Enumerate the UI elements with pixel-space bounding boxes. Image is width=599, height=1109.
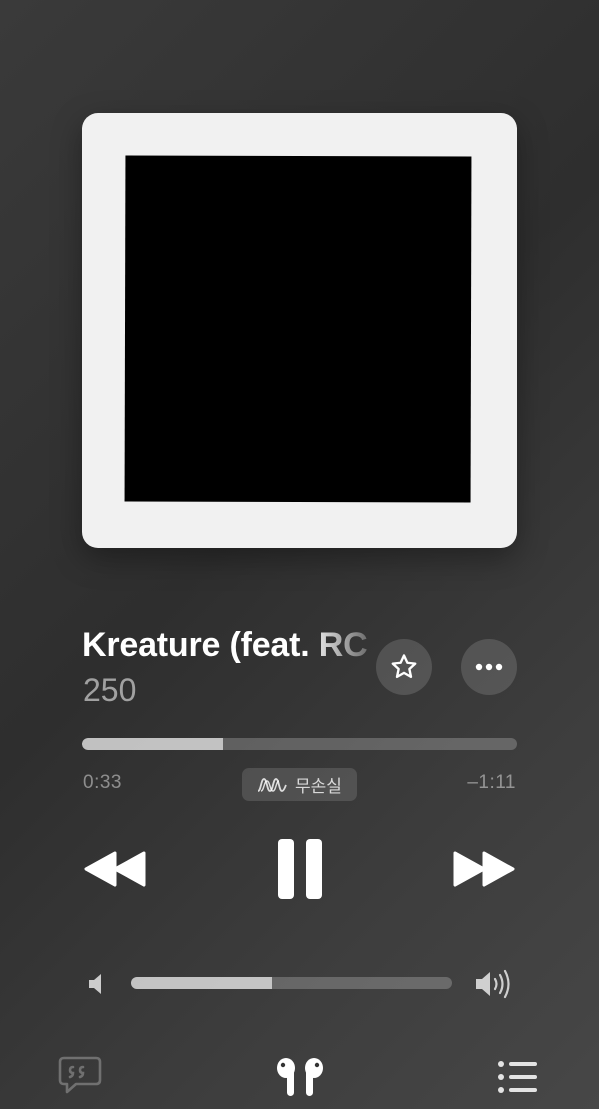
audio-output-button[interactable] bbox=[274, 1055, 326, 1101]
rewind-icon bbox=[84, 851, 146, 887]
favorite-button[interactable] bbox=[376, 639, 432, 695]
queue-button[interactable] bbox=[497, 1058, 539, 1096]
playback-progress-fill bbox=[82, 738, 224, 750]
remaining-time: –1:11 bbox=[467, 772, 516, 793]
album-artwork-image bbox=[124, 155, 472, 503]
lossless-label: 무손실 bbox=[295, 777, 342, 796]
airpods-icon bbox=[277, 1058, 323, 1096]
album-artwork bbox=[82, 113, 517, 548]
lossless-wave-icon bbox=[257, 777, 287, 792]
track-title-container: Kreature (feat. RC bbox=[82, 622, 370, 668]
more-options-button[interactable] bbox=[461, 639, 517, 695]
pause-icon bbox=[278, 839, 322, 899]
list-icon bbox=[498, 1061, 537, 1093]
track-title: Kreature (feat. RC bbox=[82, 626, 368, 664]
lossless-badge[interactable]: 무손실 bbox=[242, 768, 357, 801]
track-artist[interactable]: 250 bbox=[83, 670, 136, 710]
volume-slider-fill bbox=[131, 977, 273, 989]
fast-forward-icon bbox=[453, 851, 515, 887]
volume-slider[interactable] bbox=[131, 977, 452, 989]
rewind-button[interactable] bbox=[82, 846, 148, 892]
volume-high-icon bbox=[474, 968, 516, 1000]
ellipsis-icon bbox=[475, 663, 503, 671]
lyrics-bubble-icon bbox=[58, 1056, 102, 1094]
speaker-high-icon bbox=[476, 969, 510, 999]
star-icon bbox=[391, 654, 417, 679]
volume-low-icon bbox=[86, 971, 108, 997]
speaker-low-icon bbox=[89, 974, 101, 994]
pause-button[interactable] bbox=[270, 836, 330, 902]
elapsed-time: 0:33 bbox=[83, 772, 122, 793]
lyrics-button[interactable] bbox=[58, 1055, 102, 1095]
playback-scrubber[interactable] bbox=[82, 738, 517, 750]
fast-forward-button[interactable] bbox=[451, 846, 517, 892]
